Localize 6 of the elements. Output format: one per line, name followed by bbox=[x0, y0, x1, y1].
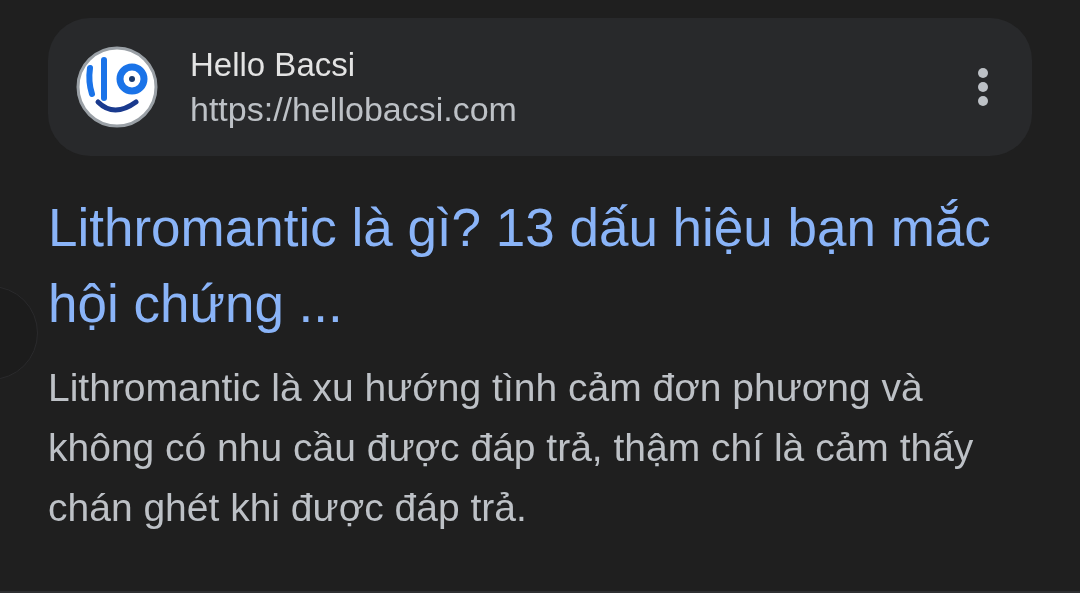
site-logo-icon bbox=[76, 46, 158, 128]
result-title-link[interactable]: Lithromantic là gì? 13 dấu hiệu bạn mắc hội chứng ... bbox=[48, 190, 1032, 342]
result-snippet: Lithromantic là xu hướng tình cảm đơn phương và không có nhu cầu được đáp trả, thậm chí là cảm thấy chán ghét khi được đáp trả. bbox=[48, 365, 975, 531]
more-options-icon[interactable] bbox=[976, 67, 990, 107]
site-url: https://hellobacsi.com bbox=[190, 89, 518, 129]
site-name: Hello Bacsi bbox=[190, 45, 357, 84]
